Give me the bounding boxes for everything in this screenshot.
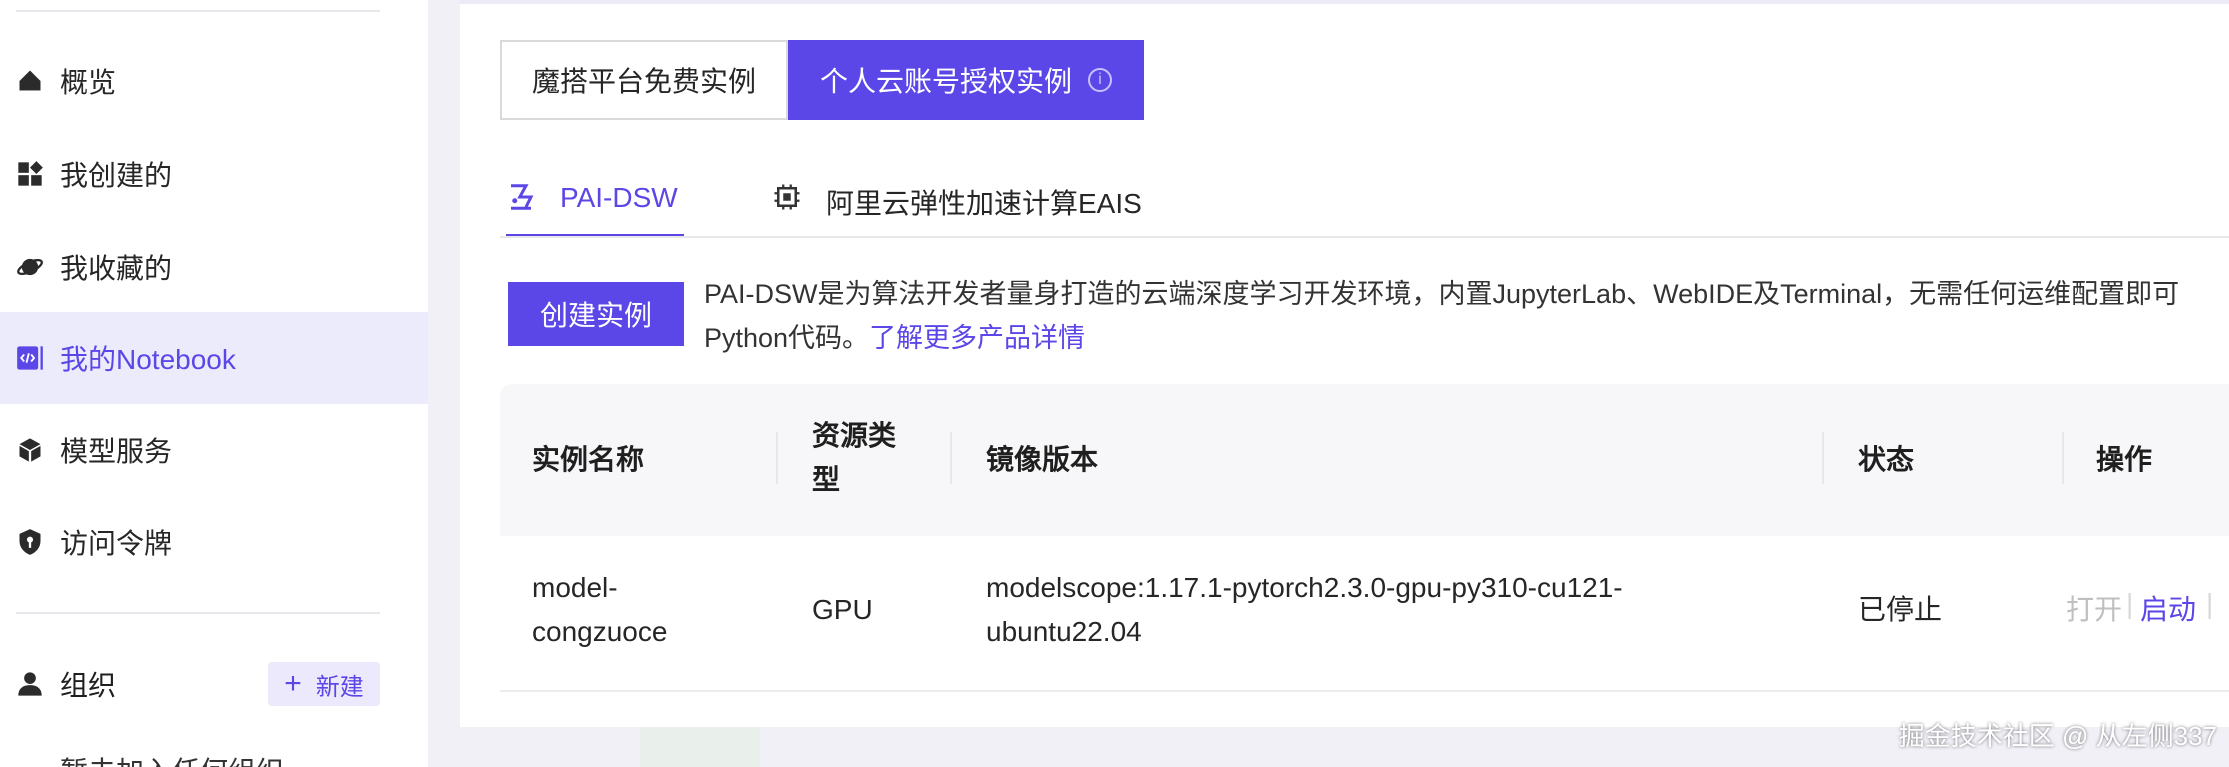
sidebar-item-notebook[interactable]: 我的Notebook [0,312,428,404]
tabs-divider [500,236,2229,238]
column-separator [1822,432,1824,484]
cell-line: model- [532,572,618,603]
column-separator [776,432,778,484]
column-separator [2062,432,2064,484]
tab-label: 阿里云弹性加速计算EAIS [826,188,1142,219]
org-label: 组织 [60,670,117,701]
action-separator: | [2206,588,2214,619]
column-header-image: 镜像版本 [986,444,1099,475]
action-separator: | [2126,588,2134,619]
open-action[interactable]: 打开 [2066,588,2122,628]
plus-icon: + [284,667,302,700]
segment-label: 个人云账号授权实例 [820,66,1073,97]
column-separator [950,432,952,484]
cell-line: modelscope:1.17.1-pytorch2.3.0-gpu-py310… [986,572,1623,603]
tab-pai-dsw[interactable]: PAI-DSW [506,182,684,238]
sidebar-item-created[interactable]: 我创建的 [0,128,428,220]
info-icon[interactable]: i [1088,68,1113,92]
sidebar-item-label: 我创建的 [60,160,173,191]
user-icon [16,670,44,698]
new-org-label: 新建 [315,673,364,701]
instance-type-switch: 魔搭平台免费实例 个人云账号授权实例 i [500,40,1145,120]
column-header-status: 状态 [1858,444,1915,475]
dsw-icon [506,182,536,212]
planet-icon [16,253,44,281]
header-line: 型 [812,464,841,495]
sidebar-item-overview[interactable]: 概览 [0,35,428,127]
column-header-name: 实例名称 [532,444,645,475]
tab-eais[interactable]: 阿里云弹性加速计算EAIS [772,182,1142,238]
tab-label: PAI-DSW [560,182,678,213]
segment-free-instance[interactable]: 魔搭平台免费实例 [500,40,789,120]
sidebar-divider [16,10,380,12]
column-header-actions: 操作 [2096,444,2153,475]
sidebar-item-label: 访问令牌 [60,528,173,559]
new-org-button[interactable]: + 新建 [268,662,380,706]
sidebar: 概览 我创建的 我收藏的 我的Notebook 模型服务 访问令牌 组织 + 新… [0,0,428,767]
shield-icon [16,528,44,556]
cell-line: congzuoce [532,616,668,647]
home-icon [16,67,44,95]
cell-line: ubuntu22.04 [986,616,1142,647]
header-line: 资源类 [812,420,897,451]
watermark-text: 掘金技术社区 @ 从左侧337 [1898,721,2217,751]
cell-resource-type: GPU [812,594,873,625]
cell-image-version: modelscope:1.17.1-pytorch2.3.0-gpu-py310… [986,566,1623,654]
sidebar-item-access-token[interactable]: 访问令牌 [0,496,428,588]
sidebar-item-label: 模型服务 [60,436,173,467]
dashboard-icon [16,160,44,188]
sidebar-item-label: 概览 [60,67,117,98]
chip-icon [772,182,802,212]
start-action[interactable]: 启动 [2140,588,2196,628]
background-decoration [640,727,760,767]
description-line: PAI-DSW是为算法开发者量身打造的云端深度学习开发环境，内置JupyterL… [704,279,2180,309]
segment-personal-instance[interactable]: 个人云账号授权实例 i [788,40,1145,120]
code-icon [16,344,44,372]
no-org-text: 暂未加入任何组织 [60,750,284,767]
description-line: Python代码。 [704,323,870,353]
table-header: 实例名称 资源类 型 镜像版本 状态 操作 [500,384,2229,536]
main-panel: 魔搭平台免费实例 个人云账号授权实例 i PAI-DSW 阿里云弹性加速计算EA… [460,0,2229,727]
sidebar-divider [16,612,380,614]
cell-instance-name: model- congzuoce [532,566,667,654]
sidebar-item-model-service[interactable]: 模型服务 [0,404,428,496]
cell-status: 已停止 [1858,594,1943,625]
segment-label: 魔搭平台免费实例 [532,66,757,97]
product-description: PAI-DSW是为算法开发者量身打造的云端深度学习开发环境，内置JupyterL… [704,272,2229,360]
sidebar-item-label: 我收藏的 [60,253,173,284]
sidebar-item-favorites[interactable]: 我收藏的 [0,221,428,313]
learn-more-link[interactable]: 了解更多产品详情 [869,323,1085,353]
column-header-resource: 资源类 型 [812,414,896,502]
create-instance-button[interactable]: 创建实例 [508,282,684,346]
table-row: model- congzuoce GPU modelscope:1.17.1-p… [500,536,2229,692]
cube-icon [16,436,44,464]
sidebar-item-label: 我的Notebook [60,344,236,375]
